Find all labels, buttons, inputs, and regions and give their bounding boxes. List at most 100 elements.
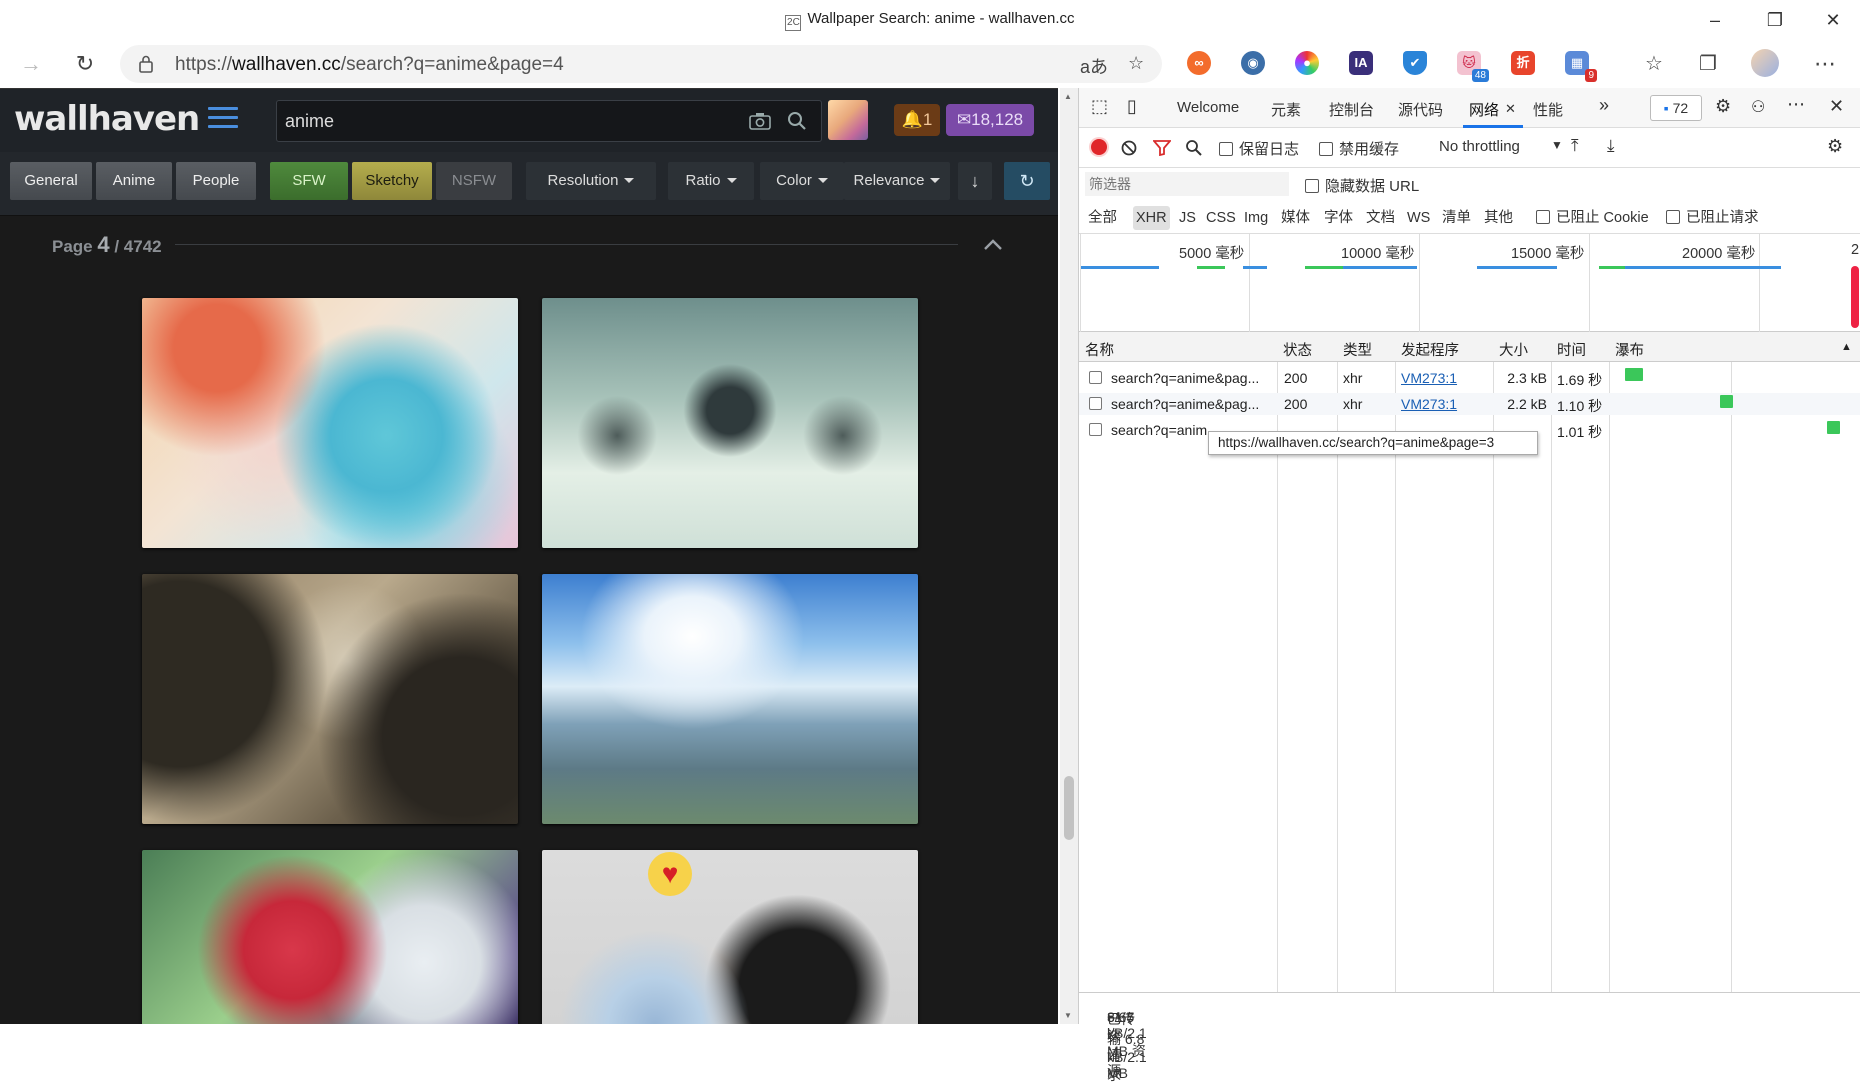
site-logo[interactable]: wallhaven (14, 99, 200, 139)
collections-icon[interactable]: ❐ (1691, 48, 1725, 80)
extension-shield-icon[interactable]: ✔ (1403, 51, 1427, 75)
extension-owl-icon[interactable]: ◉ (1241, 51, 1265, 75)
refresh-search-icon[interactable]: ↻ (1004, 162, 1050, 200)
address-bar[interactable]: https://wallhaven.cc/search?q=anime&page… (120, 45, 1162, 83)
restore-button[interactable]: ❐ (1760, 6, 1790, 34)
inspect-element-icon[interactable]: ⬚ (1091, 96, 1108, 117)
purity-sketchy-button[interactable]: Sketchy (352, 162, 432, 200)
request-name[interactable]: search?q=anime&pag... (1111, 370, 1259, 386)
close-devtools-icon[interactable]: ✕ (1829, 96, 1844, 117)
wallpaper-thumbnail[interactable]: ♥ (542, 850, 918, 1024)
row-checkbox[interactable] (1089, 423, 1102, 436)
network-overview-timeline[interactable]: 5000 毫秒 10000 毫秒 15000 毫秒 20000 毫秒 2 (1079, 234, 1860, 332)
type-js[interactable]: JS (1176, 206, 1199, 230)
extension-discount-icon[interactable]: 折 (1511, 51, 1535, 75)
scroll-down-arrow-icon[interactable]: ▼ (1064, 1011, 1072, 1020)
request-name[interactable]: search?q=anime&pag... (1111, 396, 1259, 412)
search-icon[interactable] (1185, 139, 1203, 157)
type-css[interactable]: CSS (1203, 206, 1239, 230)
timeline-scroll-indicator[interactable] (1851, 266, 1859, 328)
type-other[interactable]: 其他 (1481, 206, 1516, 230)
purity-nsfw-button[interactable]: NSFW (436, 162, 512, 200)
extension-color-wheel-icon[interactable]: ● (1295, 51, 1319, 75)
table-row[interactable]: search?q=anime&pag... 200 xhr VM273:1 2.… (1079, 393, 1860, 415)
filter-input[interactable] (1085, 172, 1289, 196)
tab-performance[interactable]: 性能 (1533, 99, 1563, 120)
column-initiator[interactable]: 发起程序 (1401, 339, 1459, 360)
extension-ia-icon[interactable]: IA (1349, 51, 1373, 75)
tab-elements[interactable]: 元素 (1271, 99, 1301, 120)
forward-button[interactable]: → (14, 48, 48, 80)
favorite-add-icon[interactable]: ☆ (1128, 53, 1144, 74)
purity-sfw-button[interactable]: SFW (270, 162, 348, 200)
blocked-requests-checkbox[interactable]: 已阻止请求 (1663, 206, 1762, 230)
settings-more-icon[interactable]: ⋯ (1808, 48, 1842, 80)
wallpaper-thumbnail[interactable] (542, 574, 918, 824)
wallpaper-thumbnail[interactable] (542, 298, 918, 548)
translate-icon[interactable]: aあ (1080, 53, 1108, 79)
ratio-dropdown[interactable]: Ratio (668, 162, 754, 200)
camera-icon[interactable] (749, 112, 771, 130)
favorites-icon[interactable]: ☆ (1637, 48, 1671, 80)
search-input[interactable] (285, 109, 735, 133)
column-waterfall[interactable]: 瀑布 (1615, 339, 1644, 360)
category-anime-button[interactable]: Anime (96, 162, 172, 200)
type-all[interactable]: 全部 (1085, 206, 1120, 230)
chevron-up-icon[interactable] (982, 234, 1004, 256)
device-emulation-icon[interactable]: ▯ (1127, 96, 1137, 117)
export-har-icon[interactable]: ⤓ (1607, 136, 1615, 156)
sorting-dropdown[interactable]: Relevance (844, 162, 950, 200)
sort-order-icon[interactable]: ↓ (958, 162, 992, 200)
type-img[interactable]: Img (1241, 206, 1271, 230)
column-type[interactable]: 类型 (1343, 339, 1372, 360)
type-xhr[interactable]: XHR (1133, 206, 1170, 230)
issues-button[interactable]: ▪ 72 (1650, 95, 1702, 121)
search-icon[interactable] (787, 111, 807, 131)
credits-button[interactable]: ✉18,128 (946, 104, 1034, 136)
tab-console[interactable]: 控制台 (1329, 99, 1374, 120)
extension-cat-icon[interactable]: 🐱 48 (1457, 51, 1489, 82)
more-tabs-icon[interactable]: » (1599, 95, 1609, 116)
wallpaper-thumbnail[interactable] (142, 574, 518, 824)
request-initiator-link[interactable]: VM273:1 (1401, 370, 1457, 386)
import-har-icon[interactable]: ⤒ (1571, 136, 1579, 156)
hide-data-url-checkbox[interactable]: 隐藏数据 URL (1305, 175, 1419, 196)
menu-hamburger-icon[interactable] (208, 107, 238, 133)
category-people-button[interactable]: People (176, 162, 256, 200)
resolution-dropdown[interactable]: Resolution (526, 162, 656, 200)
table-row[interactable]: search?q=anime&pag... 200 xhr VM273:1 2.… (1079, 367, 1860, 389)
blocked-cookies-checkbox[interactable]: 已阻止 Cookie (1533, 206, 1652, 230)
extension-grid-icon[interactable]: ▦ 9 (1565, 51, 1597, 82)
user-avatar[interactable] (828, 100, 868, 140)
type-media[interactable]: 媒体 (1278, 206, 1313, 230)
type-font[interactable]: 字体 (1321, 206, 1356, 230)
wallpaper-thumbnail[interactable] (142, 298, 518, 548)
column-name[interactable]: 名称 (1085, 339, 1114, 360)
close-tab-icon[interactable]: ✕ (1505, 101, 1516, 117)
wallpaper-thumbnail[interactable] (142, 850, 518, 1024)
record-icon[interactable] (1091, 139, 1107, 155)
more-options-icon[interactable]: ⋯ (1787, 94, 1805, 115)
preserve-log-checkbox[interactable]: 保留日志 (1219, 138, 1299, 159)
scroll-up-arrow-icon[interactable]: ▲ (1064, 92, 1072, 101)
filter-icon[interactable] (1153, 140, 1171, 156)
sort-ascending-icon[interactable]: ▲ (1841, 341, 1852, 353)
column-size[interactable]: 大小 (1499, 339, 1528, 360)
network-settings-gear-icon[interactable]: ⚙ (1827, 136, 1843, 157)
extension-infinity-icon[interactable]: ∞ (1187, 51, 1211, 75)
throttling-select[interactable]: No throttling ▼ (1439, 138, 1563, 155)
settings-gear-icon[interactable]: ⚙ (1715, 96, 1731, 117)
type-ws[interactable]: WS (1404, 206, 1433, 230)
reload-button[interactable]: ↻ (68, 48, 102, 80)
tab-welcome[interactable]: Welcome (1177, 99, 1239, 116)
type-doc[interactable]: 文档 (1363, 206, 1398, 230)
category-general-button[interactable]: General (10, 162, 92, 200)
request-initiator-link[interactable]: VM273:1 (1401, 396, 1457, 412)
request-name[interactable]: search?q=anim (1111, 422, 1207, 438)
close-window-button[interactable]: ✕ (1818, 6, 1848, 34)
disable-cache-checkbox[interactable]: 禁用缓存 (1319, 138, 1399, 159)
row-checkbox[interactable] (1089, 371, 1102, 384)
color-dropdown[interactable]: Color (760, 162, 844, 200)
row-checkbox[interactable] (1089, 397, 1102, 410)
scrollbar-thumb[interactable] (1064, 776, 1074, 840)
